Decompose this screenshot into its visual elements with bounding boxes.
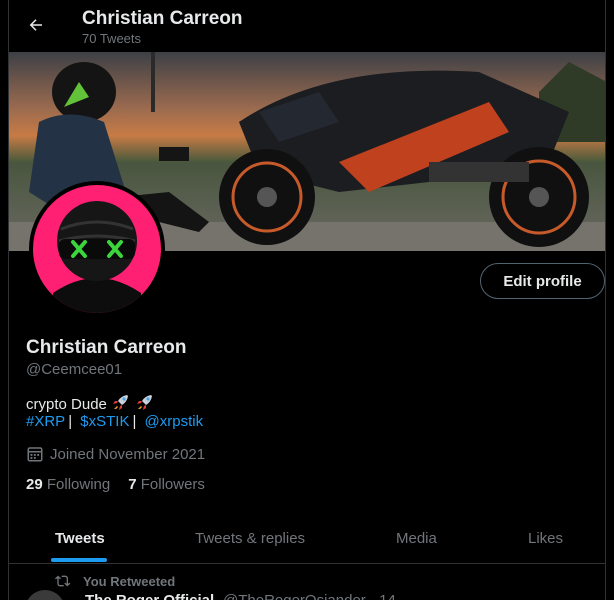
top-bar: Christian Carreon 70 Tweets: [9, 0, 605, 52]
mention-link-xrpstik[interactable]: @xrpstik: [145, 413, 204, 430]
retweet-icon: [55, 573, 71, 589]
tweet-author-handle: @TheRogerOsjander · 14: [223, 592, 396, 600]
bio-text: crypto Dude: [26, 395, 107, 413]
back-arrow-icon: [29, 19, 42, 31]
avatar-image: [33, 185, 161, 313]
followers-link[interactable]: 7 Followers: [128, 476, 205, 493]
header-title: Christian Carreon: [82, 8, 243, 29]
profile-name: Christian Carreon: [26, 337, 187, 358]
tweet-author-avatar[interactable]: [25, 590, 65, 600]
profile-handle: @Ceemcee01: [26, 361, 123, 378]
tab-likes[interactable]: Likes: [528, 512, 563, 564]
tab-media[interactable]: Media: [396, 512, 437, 564]
tab-tweets-replies[interactable]: Tweets & replies: [195, 512, 305, 564]
retweet-text: You Retweeted: [83, 573, 176, 589]
joined-text: Joined November 2021: [50, 445, 206, 463]
followers-count: 7: [128, 476, 137, 493]
tweet-count: 70 Tweets: [82, 31, 142, 46]
follow-stats: 29 Following 7 Followers: [26, 476, 205, 493]
avatar[interactable]: [29, 181, 165, 317]
hashtag-link-xrp[interactable]: #XRP: [26, 413, 65, 430]
followers-label: Followers: [140, 476, 205, 493]
profile-tabs: Tweets Tweets & replies Media Likes: [9, 512, 605, 564]
joined-date: Joined November 2021: [26, 445, 205, 463]
following-link[interactable]: 29 Following: [26, 476, 110, 493]
back-button[interactable]: [23, 10, 49, 40]
calendar-icon: [26, 445, 44, 463]
following-label: Following: [46, 476, 111, 493]
profile-page: Christian Carreon 70 Tweets Edit profile…: [8, 0, 606, 600]
edit-profile-button[interactable]: Edit profile: [480, 263, 605, 299]
following-count: 29: [26, 476, 43, 493]
bio-links: #XRP | $xSTIK | @xrpstik: [26, 413, 204, 430]
tab-tweets[interactable]: Tweets: [55, 512, 105, 564]
active-tab-indicator: [51, 558, 107, 562]
tweet-author-name[interactable]: The Roger Official: [85, 592, 214, 600]
cashtag-link-xstik[interactable]: $xSTIK: [80, 413, 129, 430]
retweet-notice: You Retweeted: [55, 573, 175, 589]
